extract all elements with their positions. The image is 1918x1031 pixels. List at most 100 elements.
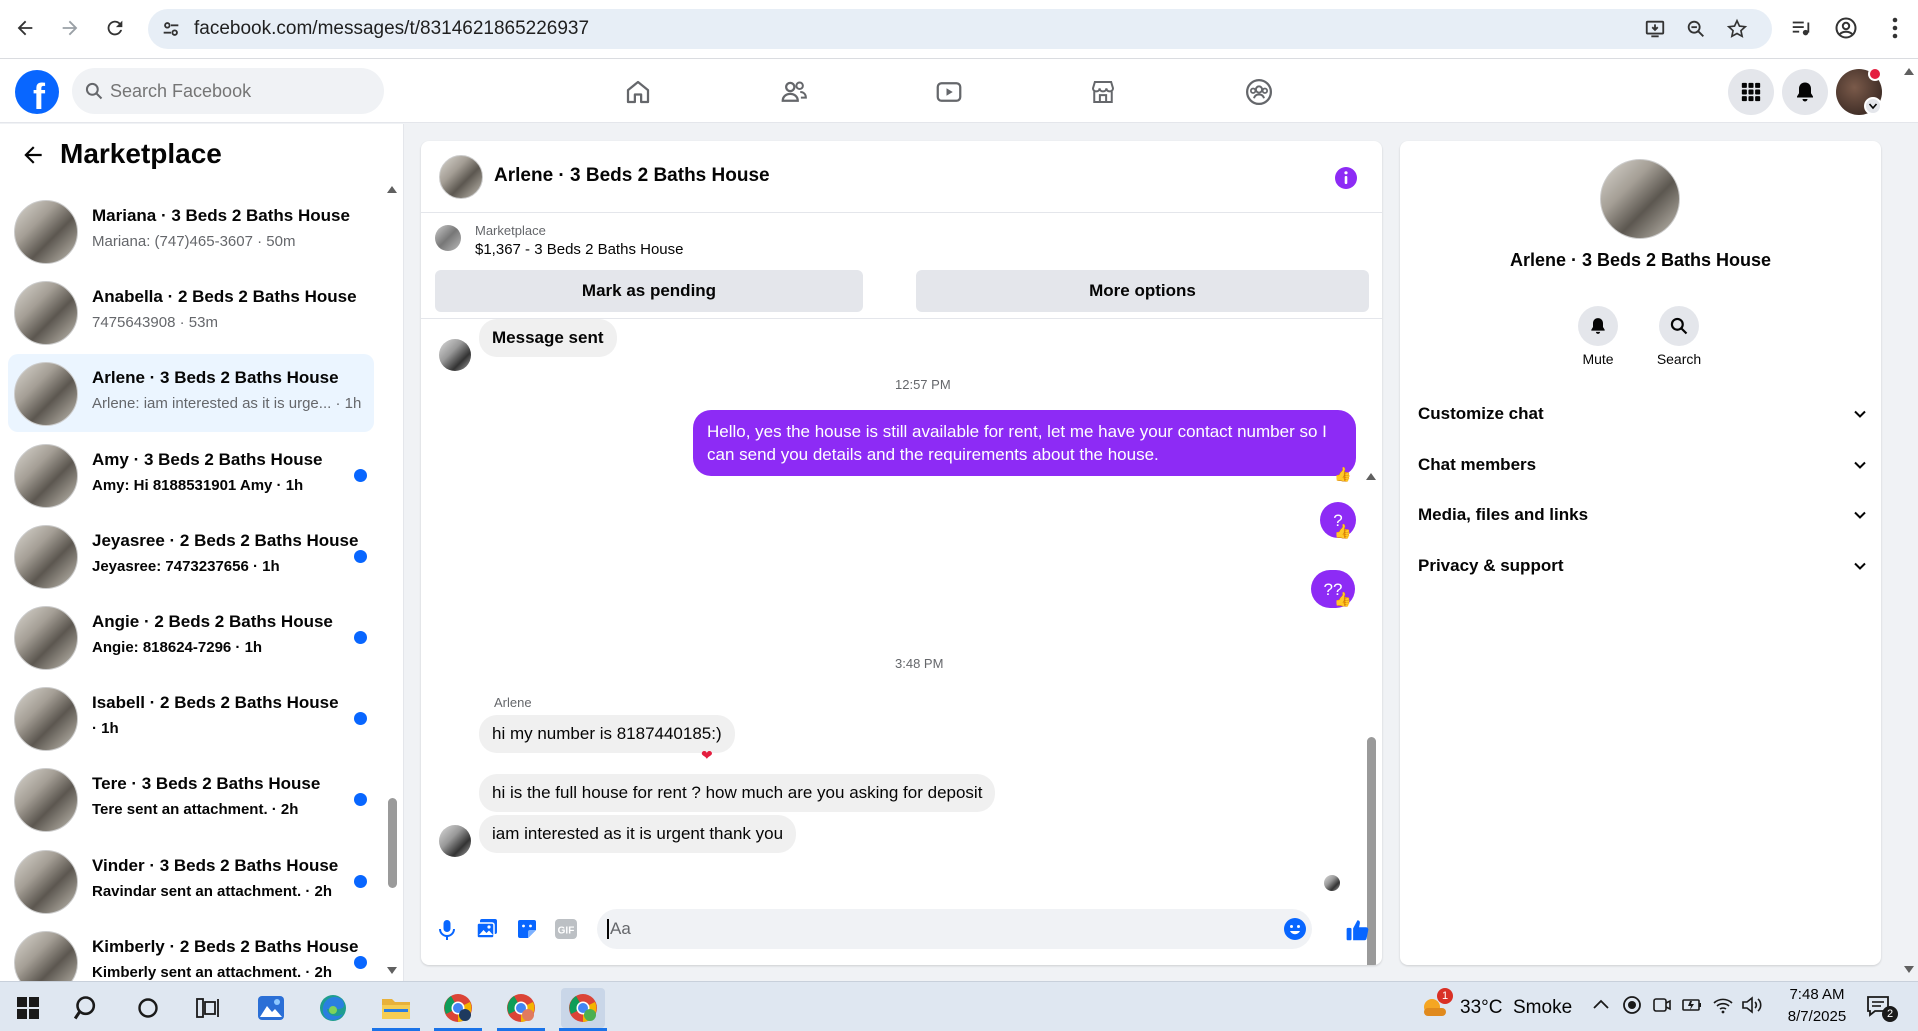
profile-icon[interactable]	[1829, 11, 1863, 45]
outgoing-message[interactable]: Hello, yes the house is still available …	[693, 410, 1356, 476]
groups-icon[interactable]	[1227, 69, 1291, 115]
photos-app-icon[interactable]	[249, 988, 293, 1028]
details-section-row[interactable]: Customize chat	[1418, 391, 1868, 437]
conversation-item[interactable]: Kimberly · 2 Beds 2 Baths House Kimberly …	[8, 923, 374, 981]
sticker-icon[interactable]	[516, 918, 538, 940]
incoming-message[interactable]: iam interested as it is urgent thank you	[479, 815, 797, 853]
menu-icon[interactable]	[1878, 11, 1912, 45]
search-label: Search	[1656, 351, 1702, 367]
listing-title[interactable]: $1,367 - 3 Beds 2 Baths House	[475, 241, 683, 258]
install-icon[interactable]	[1644, 18, 1666, 40]
listing-thumbnail[interactable]	[435, 225, 461, 251]
mute-button[interactable]	[1578, 306, 1618, 346]
conversation-title: Amy · 3 Beds 2 Baths House	[92, 449, 323, 469]
chat-title[interactable]: Arlene · 3 Beds 2 Baths House	[494, 165, 770, 187]
info-icon[interactable]	[1334, 166, 1358, 190]
chrome-icon[interactable]	[561, 988, 605, 1028]
conversation-item[interactable]: Tere · 3 Beds 2 Baths House Tere sent an …	[8, 760, 374, 838]
back-arrow-icon[interactable]	[20, 142, 46, 168]
windows-start-icon[interactable]	[6, 988, 50, 1028]
search-conversation-button[interactable]	[1659, 306, 1699, 346]
weather-text[interactable]: 33°C Smoke	[1460, 997, 1572, 1019]
conversation-snippet: Angie: 818624-7296 · 1h	[92, 639, 263, 656]
file-explorer-icon[interactable]	[374, 988, 418, 1028]
cortana-icon[interactable]	[126, 988, 170, 1028]
thumbs-up-reaction-icon: 👍	[1334, 523, 1352, 539]
search-input[interactable]	[110, 80, 360, 102]
chrome-icon[interactable]	[499, 988, 543, 1028]
search-box[interactable]	[72, 68, 384, 114]
page-scroll-up-icon[interactable]	[1903, 66, 1915, 76]
emoji-icon[interactable]	[1283, 917, 1307, 941]
friends-icon[interactable]	[762, 69, 826, 115]
message-input[interactable]: Aa	[597, 909, 1312, 949]
conversation-snippet: Ravindar sent an attachment. · 2h	[92, 882, 333, 900]
conversation-item[interactable]: Angie · 2 Beds 2 Baths House Angie: 81862…	[8, 598, 374, 676]
meet-icon[interactable]	[1652, 995, 1672, 1015]
details-section-row[interactable]: Chat members	[1418, 442, 1868, 488]
address-bar[interactable]: facebook.com/messages/t/8314621865226937	[148, 9, 1772, 49]
video-icon[interactable]	[917, 69, 981, 115]
reload-icon[interactable]	[98, 11, 132, 45]
gif-icon[interactable]: GIF	[555, 919, 577, 939]
clock-time[interactable]: 7:48 AM	[1772, 986, 1862, 1003]
clock-date[interactable]: 8/7/2025	[1772, 1008, 1862, 1025]
details-section-row[interactable]: Media, files and links	[1418, 492, 1868, 538]
volume-icon[interactable]	[1741, 995, 1763, 1015]
page-scroll-down-icon[interactable]	[1903, 965, 1915, 975]
microphone-icon[interactable]	[437, 919, 457, 941]
photo-icon[interactable]	[476, 918, 498, 940]
mark-as-pending-button[interactable]: Mark as pending	[435, 270, 863, 312]
conversation-item[interactable]: Anabella · 2 Beds 2 Baths House 747564390…	[8, 273, 374, 351]
thumbs-up-send-icon[interactable]	[1345, 917, 1371, 943]
conversation-snippet: Tere sent an attachment. · 2h	[92, 801, 299, 819]
search-icon[interactable]	[66, 988, 110, 1028]
chrome-icon[interactable]	[436, 988, 480, 1028]
record-icon[interactable]	[1622, 995, 1642, 1015]
chevron-up-icon[interactable]	[1592, 996, 1610, 1014]
home-icon[interactable]	[606, 69, 670, 115]
conversation-item[interactable]: Arlene · 3 Beds 2 Baths House Arlene: iam…	[8, 354, 374, 433]
text-cursor	[607, 919, 609, 939]
contact-avatar[interactable]	[1600, 159, 1680, 239]
details-section-row[interactable]: Privacy & support	[1418, 543, 1868, 589]
more-options-button[interactable]: More options	[916, 270, 1369, 312]
scrollbar-thumb[interactable]	[388, 798, 397, 888]
conversation-item[interactable]: Amy · 3 Beds 2 Baths House Amy: Hi 818853…	[8, 436, 374, 514]
notifications-bell-icon[interactable]	[1782, 69, 1828, 115]
site-settings-icon[interactable]	[160, 18, 182, 40]
marketplace-icon[interactable]	[1071, 69, 1135, 115]
forward-arrow-icon[interactable]	[53, 11, 87, 45]
chevron-down-icon	[1852, 406, 1868, 422]
bell-icon	[1591, 318, 1605, 334]
conversation-item[interactable]: Isabell · 2 Beds 2 Baths House · 1h	[8, 679, 374, 757]
conversation-item[interactable]: Jeyasree · 2 Beds 2 Baths House Jeyasree:…	[8, 517, 374, 595]
search-icon	[84, 81, 104, 101]
media-icon[interactable]	[1784, 11, 1818, 45]
conversation-item[interactable]: Mariana · 3 Beds 2 Baths House Mariana: (…	[8, 192, 374, 270]
facebook-logo[interactable]: f	[15, 70, 59, 114]
conversation-snippet: 7475643908 · 53m	[92, 314, 218, 332]
menu-grid-icon[interactable]	[1728, 69, 1774, 115]
star-icon[interactable]	[1726, 18, 1748, 40]
scroll-down-arrow-icon[interactable]	[386, 966, 398, 976]
edge-browser-icon[interactable]	[311, 988, 355, 1028]
zoom-icon[interactable]	[1685, 18, 1707, 40]
sender-name: Arlene	[494, 695, 532, 710]
back-arrow-icon[interactable]	[8, 11, 42, 45]
incoming-message[interactable]: hi my number is 8187440185:)	[479, 715, 735, 753]
incoming-message[interactable]: hi is the full house for rent ? how much…	[479, 774, 996, 812]
battery-icon[interactable]	[1681, 995, 1703, 1015]
conversation-item[interactable]: Vinder · 3 Beds 2 Baths House Ravindar se…	[8, 842, 374, 920]
conversation-snippet: Kimberly sent an attachment. · 2h	[92, 963, 333, 981]
chat-avatar[interactable]	[439, 155, 483, 199]
account-avatar[interactable]	[1836, 67, 1882, 115]
conversation-avatar	[14, 200, 78, 264]
conversation-title: Angie · 2 Beds 2 Baths House	[92, 612, 333, 631]
conversation-snippet: Amy: Hi 8188531901 Amy · 1h	[92, 476, 304, 494]
task-view-icon[interactable]	[186, 988, 230, 1028]
wifi-icon[interactable]	[1712, 995, 1734, 1015]
url-text[interactable]: facebook.com/messages/t/8314621865226937	[194, 18, 589, 40]
scroll-up-arrow-icon[interactable]	[1365, 471, 1377, 481]
scroll-up-arrow-icon[interactable]	[386, 184, 398, 194]
